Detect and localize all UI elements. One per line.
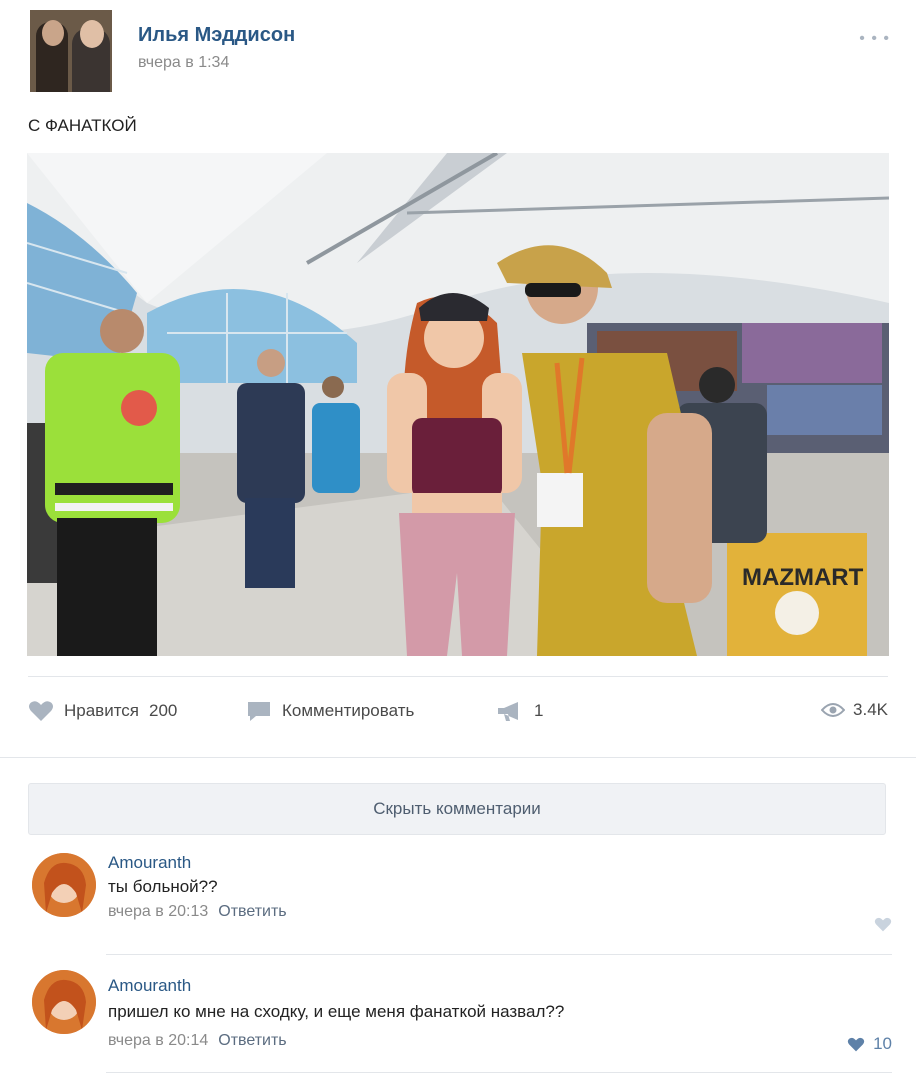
comment-label: Комментировать [282, 701, 415, 720]
reply-button[interactable]: Ответить [218, 903, 286, 920]
comment-meta: вчера в 20:14 Ответить [108, 1032, 287, 1050]
like-button[interactable]: Нравится 200 [28, 700, 177, 722]
comment-text: пришел ко мне на сходку, и еще меня фана… [108, 1002, 565, 1021]
views-count: 3.4K [853, 700, 888, 719]
reply-button[interactable]: Ответить [218, 1032, 286, 1049]
comment-like-count: 10 [873, 1034, 892, 1053]
post-text: С ФАНАТКОЙ [28, 116, 137, 135]
comment-time[interactable]: вчера в 20:13 [108, 903, 208, 920]
comment-item: Amouranth пришел ко мне на сходку, и еще… [28, 970, 892, 1060]
eye-icon [821, 703, 846, 717]
share-count: 1 [534, 701, 544, 720]
views-counter: 3.4K [821, 700, 888, 720]
post-photo[interactable]: MAZMART [27, 153, 889, 656]
author-name[interactable]: Илья Мэддисон [138, 24, 295, 47]
comment-meta: вчера в 20:13 Ответить [108, 903, 287, 921]
commenter-avatar[interactable] [32, 970, 96, 1034]
comment-text: ты больной?? [108, 877, 218, 896]
comment-author[interactable]: Amouranth [108, 853, 191, 873]
actions-divider [0, 757, 916, 758]
comment-like-button[interactable] [874, 917, 892, 932]
comment-like-button[interactable]: 10 [847, 1034, 892, 1054]
photo-divider [28, 676, 888, 677]
comment-item: Amouranth ты больной?? вчера в 20:13 Отве… [28, 853, 892, 941]
commenter-avatar[interactable] [32, 853, 96, 917]
megaphone-icon [498, 702, 518, 721]
heart-icon [874, 917, 892, 932]
ellipsis-icon[interactable]: • • • [859, 30, 890, 48]
post-timestamp[interactable]: вчера в 1:34 [138, 54, 229, 72]
heart-icon [847, 1037, 865, 1051]
comment-divider [106, 1072, 892, 1073]
like-label: Нравится [64, 701, 140, 720]
hide-comments-button[interactable]: Скрыть комментарии [28, 783, 886, 835]
post-actions: Нравится 200 Комментировать 1 3.4K [28, 700, 888, 730]
post-header: Илья Мэддисон вчера в 1:34 • • • [30, 10, 890, 92]
comment-icon [248, 702, 270, 721]
comment-author[interactable]: Amouranth [108, 976, 191, 996]
author-avatar[interactable] [30, 10, 112, 92]
heart-icon [29, 701, 53, 721]
comment-button[interactable]: Комментировать [246, 700, 414, 722]
like-count: 200 [149, 701, 178, 720]
share-button[interactable]: 1 [496, 700, 543, 722]
comment-divider [106, 954, 892, 955]
photo-banner-text: MAZMART [742, 564, 864, 591]
comment-time[interactable]: вчера в 20:14 [108, 1032, 208, 1049]
